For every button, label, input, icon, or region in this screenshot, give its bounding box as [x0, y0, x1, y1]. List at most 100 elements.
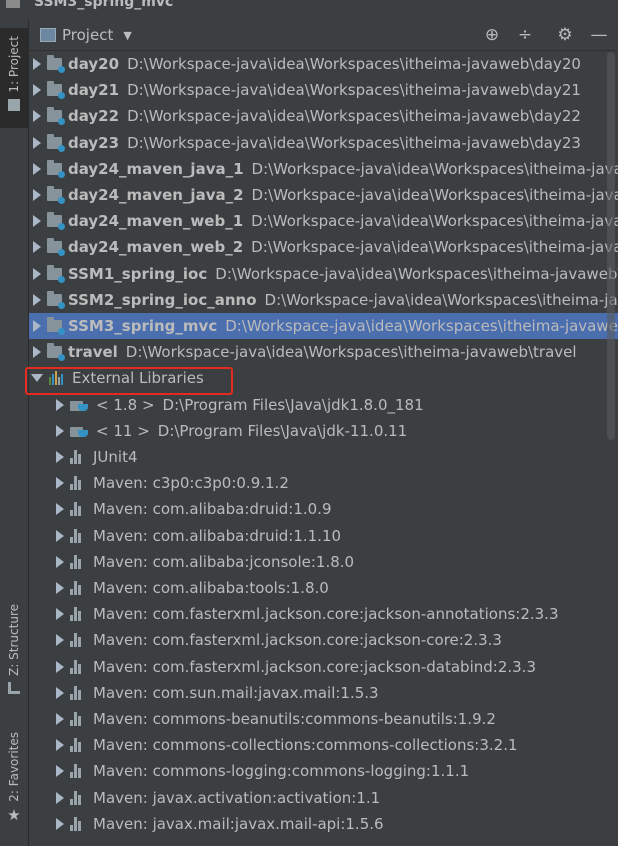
expand-arrow-icon[interactable]: [56, 739, 64, 752]
expand-arrow-icon[interactable]: [56, 424, 64, 437]
project-view-icon: [40, 28, 56, 42]
module-row[interactable]: day24_maven_java_2 D:\Workspace-java\idea…: [29, 182, 618, 208]
module-badge-icon: [58, 249, 65, 257]
expand-arrow-icon[interactable]: [56, 713, 64, 725]
expand-arrow-icon[interactable]: [56, 634, 64, 647]
library-row[interactable]: Maven: commons-beanutils:commons-beanuti…: [29, 706, 618, 732]
tab-favorites[interactable]: 2: Favorites ★: [0, 732, 28, 832]
module-path: D:\Workspace-java\idea\Workspaces\itheim…: [251, 159, 618, 178]
tab-project[interactable]: 1: Project: [0, 28, 28, 128]
hide-button[interactable]: —: [588, 24, 610, 46]
library-row[interactable]: Maven: commons-collections:commons-colle…: [29, 732, 618, 758]
tab-structure[interactable]: Z: Structure: [0, 604, 28, 704]
library-row[interactable]: Maven: com.alibaba:jconsole:1.8.0: [29, 549, 618, 575]
library-bar: [74, 476, 77, 491]
library-bar: [74, 790, 77, 805]
expand-arrow-icon[interactable]: [56, 608, 64, 621]
module-row[interactable]: SSM1_spring_ioc D:\Workspace-java\idea\Wo…: [29, 261, 618, 287]
library-row[interactable]: JUnit4: [29, 444, 618, 470]
expand-arrow-icon[interactable]: [56, 477, 64, 490]
module-row[interactable]: day24_maven_java_1 D:\Workspace-java\idea…: [29, 156, 618, 182]
locate-button[interactable]: ⊕: [481, 24, 503, 46]
library-row[interactable]: Maven: com.fasterxml.jackson.core:jackso…: [29, 654, 618, 680]
library-bar: [78, 532, 81, 543]
expand-arrow-icon[interactable]: [56, 582, 64, 594]
jdk-row[interactable]: < 11 > D:\Program Files\Java\jdk-11.0.11: [29, 418, 618, 444]
window-title-bar: SSM3_spring_mvc: [0, 0, 618, 20]
library-row[interactable]: Maven: com.sun.mail:javax.mail:1.5.3: [29, 680, 618, 706]
module-path: D:\Workspace-java\idea\Workspaces\itheim…: [225, 317, 618, 335]
expand-arrow-icon[interactable]: [33, 293, 41, 306]
module-row[interactable]: day21 D:\Workspace-java\idea\Workspaces\i…: [29, 77, 618, 103]
library-row[interactable]: Maven: com.fasterxml.jackson.core:jackso…: [29, 627, 618, 653]
jdk-row[interactable]: < 1.8 > D:\Program Files\Java\jdk1.8.0_18…: [29, 392, 618, 418]
library-row[interactable]: Maven: com.alibaba:druid:1.0.9: [29, 496, 618, 522]
module-path: D:\Workspace-java\idea\Workspaces\itheim…: [264, 290, 618, 309]
expand-arrow-icon[interactable]: [56, 529, 64, 542]
module-row[interactable]: day20 D:\Workspace-java\idea\Workspaces\i…: [29, 51, 618, 77]
module-name: day22: [68, 107, 120, 126]
library-bar: [70, 484, 73, 491]
library-bar: [74, 633, 77, 648]
expand-arrow-icon[interactable]: [33, 110, 41, 123]
vertical-scrollbar[interactable]: [607, 52, 615, 440]
library-bar: [70, 536, 73, 543]
library-icon: [70, 450, 87, 464]
module-row[interactable]: day24_maven_web_1 D:\Workspace-java\idea\…: [29, 208, 618, 234]
view-selector[interactable]: Project ▼: [40, 26, 132, 44]
module-name: SSM1_spring_ioc: [68, 264, 208, 283]
library-bar: [78, 689, 81, 700]
expand-arrow-icon[interactable]: [33, 189, 41, 201]
expand-arrow-icon[interactable]: [33, 84, 41, 97]
library-row[interactable]: Maven: com.alibaba:druid:1.1.10: [29, 523, 618, 549]
jdk-name: < 1.8 >: [96, 395, 155, 414]
module-badge-icon: [58, 301, 65, 309]
library-row[interactable]: Maven: javax.activation:activation:1.1: [29, 785, 618, 811]
module-row[interactable]: day22 D:\Workspace-java\idea\Workspaces\i…: [29, 103, 618, 129]
library-bar: [78, 663, 81, 674]
settings-button[interactable]: ⚙: [554, 24, 576, 46]
module-icon: [6, 0, 20, 8]
module-name: SSM3_spring_mvc: [68, 317, 218, 335]
collapse-all-button[interactable]: ÷: [514, 24, 536, 46]
jdk-icon: [70, 398, 90, 412]
library-row[interactable]: Maven: com.fasterxml.jackson.core:jackso…: [29, 601, 618, 627]
module-row[interactable]: day23 D:\Workspace-java\idea\Workspaces\i…: [29, 130, 618, 156]
tab-project-label: 1: Project: [7, 36, 21, 93]
module-row[interactable]: day24_maven_web_2 D:\Workspace-java\idea\…: [29, 234, 618, 260]
expand-arrow-icon[interactable]: [56, 686, 64, 699]
expand-arrow-icon[interactable]: [33, 346, 41, 359]
library-bar: [74, 712, 77, 726]
module-folder-icon: [47, 264, 65, 283]
library-bar: [70, 562, 73, 569]
expand-arrow-icon[interactable]: [56, 503, 64, 516]
expand-arrow-icon[interactable]: [33, 136, 41, 149]
library-bar: [70, 458, 73, 464]
module-row[interactable]: SSM2_spring_ioc_anno D:\Workspace-java\id…: [29, 287, 618, 313]
library-row[interactable]: Maven: commons-logging:commons-logging:1…: [29, 758, 618, 784]
expand-arrow-icon[interactable]: [56, 555, 64, 568]
expand-arrow-icon[interactable]: [33, 267, 41, 280]
minimize-icon: —: [590, 25, 608, 45]
module-row[interactable]: SSM3_spring_mvc D:\Workspace-java\idea\Wo…: [29, 313, 618, 339]
expand-arrow-icon[interactable]: [56, 791, 64, 804]
library-row[interactable]: Maven: javax.mail:javax.mail-api:1.5.6: [29, 811, 618, 837]
module-row[interactable]: travel D:\Workspace-java\idea\Workspaces\…: [29, 339, 618, 365]
expand-arrow-icon[interactable]: [33, 215, 41, 228]
library-bar: [78, 820, 81, 831]
library-row[interactable]: Maven: com.alibaba:tools:1.8.0: [29, 575, 618, 601]
module-badge-icon: [58, 144, 65, 152]
module-path: D:\Workspace-java\idea\Workspaces\itheim…: [127, 133, 581, 152]
library-bar: [74, 738, 77, 753]
expand-arrow-icon[interactable]: [33, 241, 41, 254]
expand-arrow-icon[interactable]: [56, 660, 64, 673]
library-row[interactable]: Maven: c3p0:c3p0:0.9.1.2: [29, 470, 618, 496]
expand-arrow-icon[interactable]: [56, 765, 64, 778]
expand-arrow-icon[interactable]: [56, 817, 64, 830]
expand-arrow-icon[interactable]: [33, 162, 41, 175]
expand-arrow-icon[interactable]: [56, 398, 64, 411]
expand-arrow-icon[interactable]: [33, 320, 41, 332]
module-badge-icon: [58, 275, 65, 283]
expand-arrow-icon[interactable]: [56, 451, 64, 463]
expand-arrow-icon[interactable]: [33, 58, 41, 70]
